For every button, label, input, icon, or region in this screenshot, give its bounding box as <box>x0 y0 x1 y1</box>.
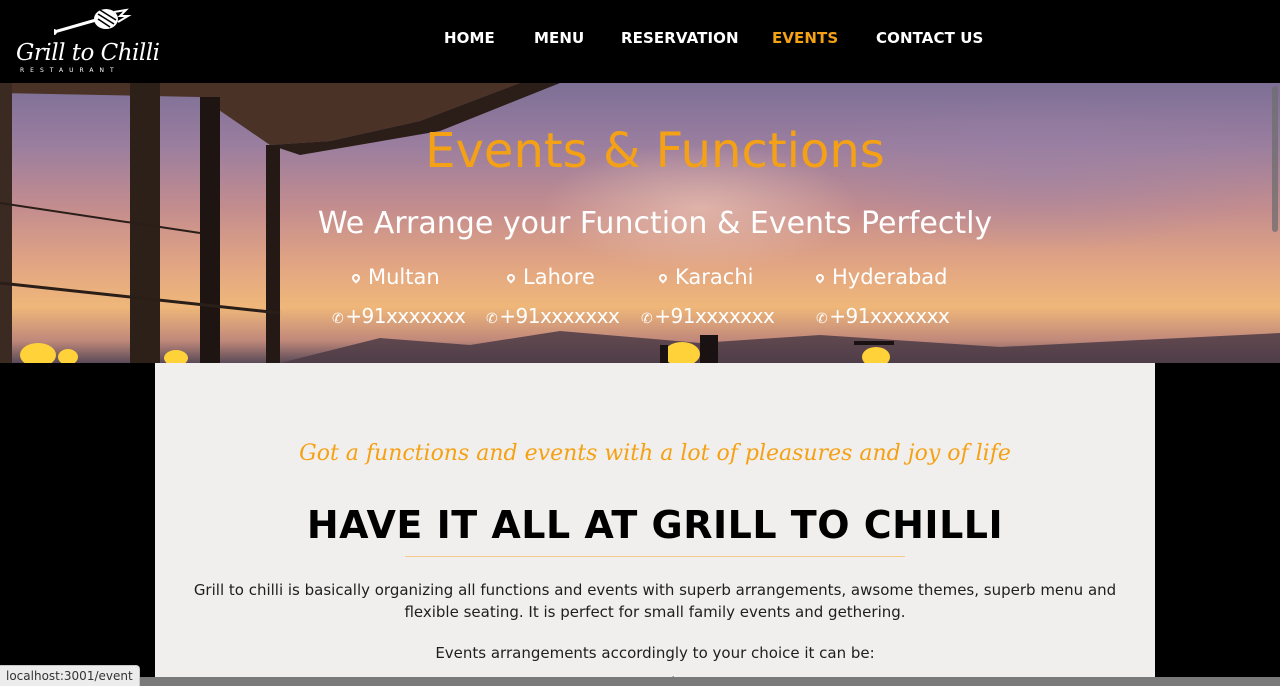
phone-link[interactable]: ✆ +91xxxxxxx <box>816 304 950 328</box>
phone-link[interactable]: ✆ +91xxxxxxx <box>641 304 775 328</box>
phone-number: +91xxxxxxx <box>829 304 950 328</box>
location-item: Lahore <box>505 265 595 289</box>
location-item: Karachi <box>657 265 754 289</box>
arrangements-intro: Events arrangements accordingly to your … <box>435 644 875 662</box>
nav-reservation[interactable]: RESERVATION <box>621 29 739 47</box>
horizontal-scrollbar[interactable] <box>0 677 1280 686</box>
map-pin-icon <box>350 272 362 284</box>
location-item: Multan <box>350 265 440 289</box>
headline-divider <box>405 556 905 557</box>
hero-subtitle: We Arrange your Function & Events Perfec… <box>317 206 993 241</box>
location-city: Lahore <box>523 265 595 289</box>
hero-title: Events & Functions <box>425 123 885 179</box>
phone-icon: ✆ <box>486 311 498 327</box>
map-pin-icon <box>505 272 517 284</box>
events-content: Got a functions and events with a lot of… <box>155 363 1155 686</box>
location-city: Karachi <box>675 265 754 289</box>
phone-icon: ✆ <box>641 311 653 327</box>
main-nav: HOME MENU RESERVATION EVENTS CONTACT US <box>0 29 1280 51</box>
location-city: Multan <box>368 265 440 289</box>
location-city: Hyderabad <box>832 265 948 289</box>
map-pin-icon <box>814 272 826 284</box>
nav-contact-us[interactable]: CONTACT US <box>876 29 983 47</box>
status-bar-url: localhost:3001/event <box>0 665 140 686</box>
hero-banner: Events & Functions We Arrange your Funct… <box>0 83 1280 363</box>
page-scrollbar[interactable] <box>1272 86 1278 232</box>
phone-link[interactable]: ✆ +91xxxxxxx <box>486 304 620 328</box>
phone-icon: ✆ <box>332 311 344 327</box>
nav-menu[interactable]: MENU <box>534 29 584 47</box>
phone-number: +91xxxxxxx <box>345 304 466 328</box>
phone-number: +91xxxxxxx <box>499 304 620 328</box>
map-pin-icon <box>657 272 669 284</box>
nav-home[interactable]: HOME <box>444 29 495 47</box>
phone-icon: ✆ <box>816 311 828 327</box>
nav-events[interactable]: EVENTS <box>772 29 838 47</box>
site-header: Grill to Chilli RESTAURANT HOME MENU RES… <box>0 0 1280 83</box>
events-tagline: Got a functions and events with a lot of… <box>299 441 1011 466</box>
events-headline: HAVE IT ALL AT GRILL TO CHILLI <box>306 503 1004 547</box>
events-description: Grill to chilli is basically organizing … <box>193 581 1117 621</box>
logo-tagline: RESTAURANT <box>20 67 120 74</box>
location-item: Hyderabad <box>814 265 948 289</box>
phone-link[interactable]: ✆ +91xxxxxxx <box>332 304 466 328</box>
phone-number: +91xxxxxxx <box>654 304 775 328</box>
